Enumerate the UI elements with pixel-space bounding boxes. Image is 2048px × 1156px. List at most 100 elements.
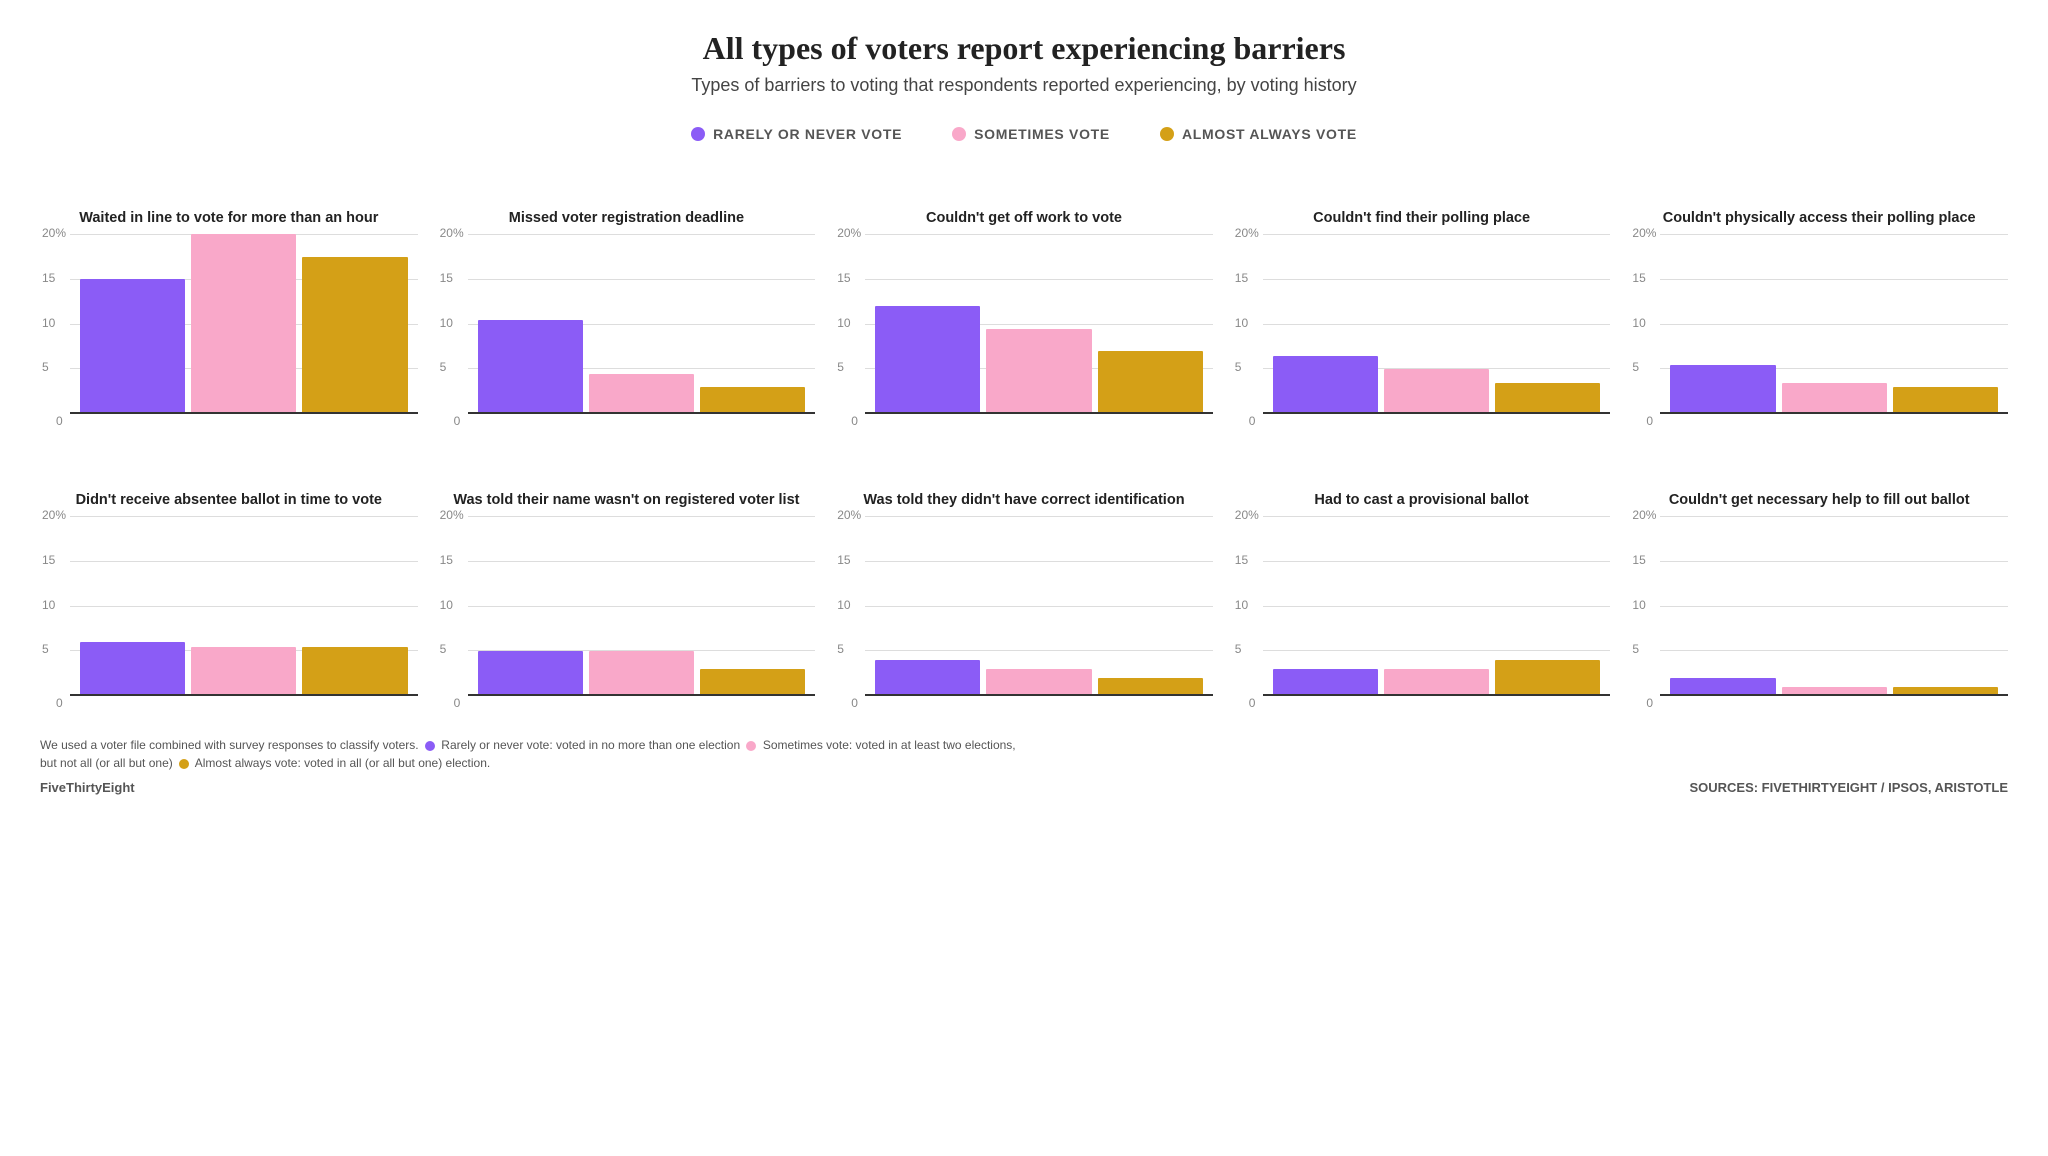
bar <box>1893 387 1998 414</box>
footer-sometimes-text2: but not all (or all but one) <box>40 756 173 770</box>
footer-always-text: Almost always vote: voted in all (or all… <box>195 756 490 770</box>
bars-area <box>865 516 1213 696</box>
legend-dot-rarely <box>691 127 705 141</box>
bar <box>191 234 296 414</box>
footer-dot-sometimes <box>746 741 756 751</box>
y-axis-label: 20% <box>42 508 66 522</box>
zero-label: 0 <box>56 696 63 710</box>
zero-label: 0 <box>56 414 63 428</box>
y-axis-label: 20% <box>440 508 464 522</box>
y-axis-label: 10 <box>1632 316 1645 330</box>
y-axis-label: 20% <box>42 226 66 240</box>
y-axis-label: 15 <box>42 271 55 285</box>
chart-bar-label: Was told their name wasn't on registered… <box>453 454 799 510</box>
bar-chart: 20%151050 <box>438 516 816 716</box>
bar <box>478 651 583 696</box>
bar <box>1098 351 1203 414</box>
y-axis-label: 10 <box>837 316 850 330</box>
y-axis-label: 10 <box>440 316 453 330</box>
bar <box>700 669 805 696</box>
bar-chart: 20%151050 <box>40 516 418 716</box>
legend-dot-always <box>1160 127 1174 141</box>
legend: RARELY OR NEVER VOTE SOMETIMES VOTE ALMO… <box>40 126 2008 142</box>
bar-chart: 20%151050 <box>835 516 1213 716</box>
bar-chart: 20%151050 <box>1630 516 2008 716</box>
y-axis-label: 10 <box>440 598 453 612</box>
charts-row2: Didn't receive absentee ballot in time t… <box>40 454 2008 716</box>
chart-cell: Waited in line to vote for more than an … <box>40 172 418 434</box>
chart-bar-label: Was told they didn't have correct identi… <box>863 454 1184 510</box>
chart-bar-label: Waited in line to vote for more than an … <box>79 172 378 228</box>
y-axis-label: 20% <box>1235 226 1259 240</box>
y-axis-label: 10 <box>1235 598 1248 612</box>
y-axis-label: 20% <box>837 508 861 522</box>
chart-bar-label: Couldn't find their polling place <box>1313 172 1530 228</box>
bar <box>1782 383 1887 415</box>
bar <box>302 257 407 415</box>
y-axis-label: 10 <box>42 598 55 612</box>
chart-cell: Couldn't find their polling place20%1510… <box>1233 172 1611 434</box>
y-axis-label: 5 <box>1235 360 1242 374</box>
y-axis-label: 20% <box>837 226 861 240</box>
x-axis-line <box>865 412 1213 414</box>
y-axis-label: 15 <box>440 271 453 285</box>
bar <box>589 374 694 415</box>
y-axis-label: 5 <box>1632 360 1639 374</box>
x-axis-line <box>1660 694 2008 696</box>
legend-label-sometimes: SOMETIMES VOTE <box>974 126 1110 142</box>
x-axis-line <box>1263 694 1611 696</box>
bar <box>986 329 1091 415</box>
x-axis-line <box>70 412 418 414</box>
bars-area <box>468 234 816 414</box>
bar <box>1384 669 1489 696</box>
chart-cell: Couldn't physically access their polling… <box>1630 172 2008 434</box>
x-axis-line <box>865 694 1213 696</box>
bar <box>875 660 980 696</box>
y-axis-label: 20% <box>440 226 464 240</box>
zero-label: 0 <box>1646 414 1653 428</box>
bar <box>80 642 185 696</box>
legend-item-sometimes: SOMETIMES VOTE <box>952 126 1110 142</box>
chart-cell: Had to cast a provisional ballot20%15105… <box>1233 454 1611 716</box>
y-axis-label: 15 <box>1632 553 1645 567</box>
bars-area <box>1660 234 2008 414</box>
bar <box>875 306 980 414</box>
sources: SOURCES: FIVETHIRTYEIGHT / IPSOS, ARISTO… <box>1689 780 2008 795</box>
bar <box>700 387 805 414</box>
x-axis-line <box>1263 412 1611 414</box>
bar <box>1670 365 1775 415</box>
bars-area <box>70 234 418 414</box>
y-axis-label: 20% <box>1632 226 1656 240</box>
y-axis-label: 10 <box>837 598 850 612</box>
y-axis-label: 10 <box>42 316 55 330</box>
bar <box>1273 669 1378 696</box>
bar <box>1273 356 1378 415</box>
y-axis-label: 5 <box>440 642 447 656</box>
y-axis-label: 15 <box>440 553 453 567</box>
y-axis-label: 10 <box>1235 316 1248 330</box>
y-axis-label: 20% <box>1235 508 1259 522</box>
charts-row1: Waited in line to vote for more than an … <box>40 172 2008 434</box>
y-axis-label: 15 <box>837 553 850 567</box>
chart-bar-label: Couldn't get necessary help to fill out … <box>1669 454 1970 510</box>
bar-chart: 20%151050 <box>1233 516 1611 716</box>
x-axis-line <box>1660 412 2008 414</box>
y-axis-label: 5 <box>440 360 447 374</box>
chart-cell: Missed voter registration deadline20%151… <box>438 172 816 434</box>
bar-chart: 20%151050 <box>40 234 418 434</box>
footer-note: We used a voter file combined with surve… <box>40 736 1640 772</box>
y-axis-label: 5 <box>837 642 844 656</box>
bars-area <box>865 234 1213 414</box>
bar <box>1384 369 1489 414</box>
y-axis-label: 5 <box>42 360 49 374</box>
y-axis-label: 5 <box>42 642 49 656</box>
chart-cell: Couldn't get necessary help to fill out … <box>1630 454 2008 716</box>
bar-chart: 20%151050 <box>1630 234 2008 434</box>
bars-area <box>468 516 816 696</box>
bar <box>1495 383 1600 415</box>
bar <box>80 279 185 414</box>
chart-cell: Was told they didn't have correct identi… <box>835 454 1213 716</box>
x-axis-line <box>468 694 816 696</box>
y-axis-label: 15 <box>1235 553 1248 567</box>
zero-label: 0 <box>1249 414 1256 428</box>
